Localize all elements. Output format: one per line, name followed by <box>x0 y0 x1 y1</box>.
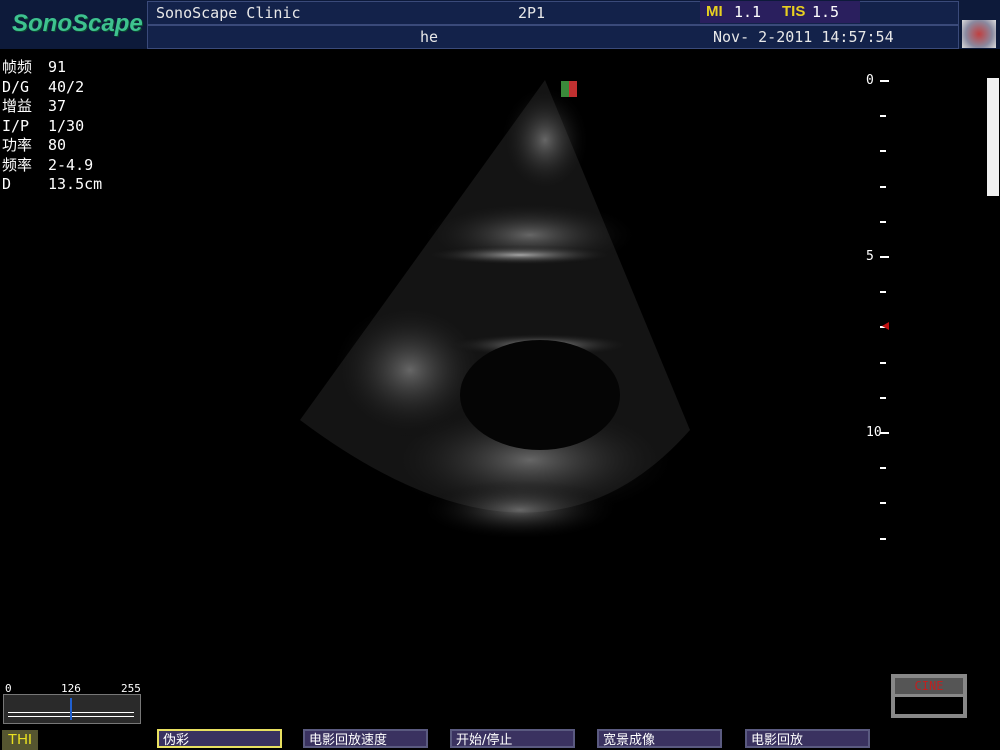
depth-tick <box>880 467 886 470</box>
focus-marker-icon[interactable] <box>882 322 889 330</box>
depth-tick <box>880 150 886 153</box>
depth-tick <box>880 256 889 258</box>
cine-scrollbar[interactable] <box>987 78 999 196</box>
slider-thumb[interactable] <box>70 698 73 720</box>
cine-label: CINE <box>895 678 963 694</box>
depth-label: 0 <box>866 73 874 88</box>
depth-tick <box>880 220 886 223</box>
depth-tick <box>880 502 886 505</box>
depth-label: 10 <box>866 425 882 440</box>
ultrasound-image <box>300 80 690 540</box>
softkey-button[interactable]: 电影回放 <box>745 729 870 748</box>
depth-tick <box>880 185 886 188</box>
depth-tick <box>880 361 886 364</box>
softkey-button[interactable]: 开始/停止 <box>450 729 575 748</box>
depth-tick <box>880 115 886 118</box>
depth-tick <box>880 80 889 82</box>
depth-tick <box>880 537 886 540</box>
cine-indicator: CINE <box>891 674 967 718</box>
softkey-button[interactable]: 宽景成像 <box>597 729 722 748</box>
depth-tick <box>880 291 886 294</box>
depth-tick <box>880 396 886 399</box>
softkey-button[interactable]: 电影回放速度 <box>303 729 428 748</box>
thi-indicator: THI <box>2 730 38 750</box>
gray-map-slider[interactable]: 0 126 255 <box>3 682 141 724</box>
softkey-button[interactable]: 伪彩 <box>157 729 282 748</box>
depth-label: 5 <box>866 249 874 264</box>
